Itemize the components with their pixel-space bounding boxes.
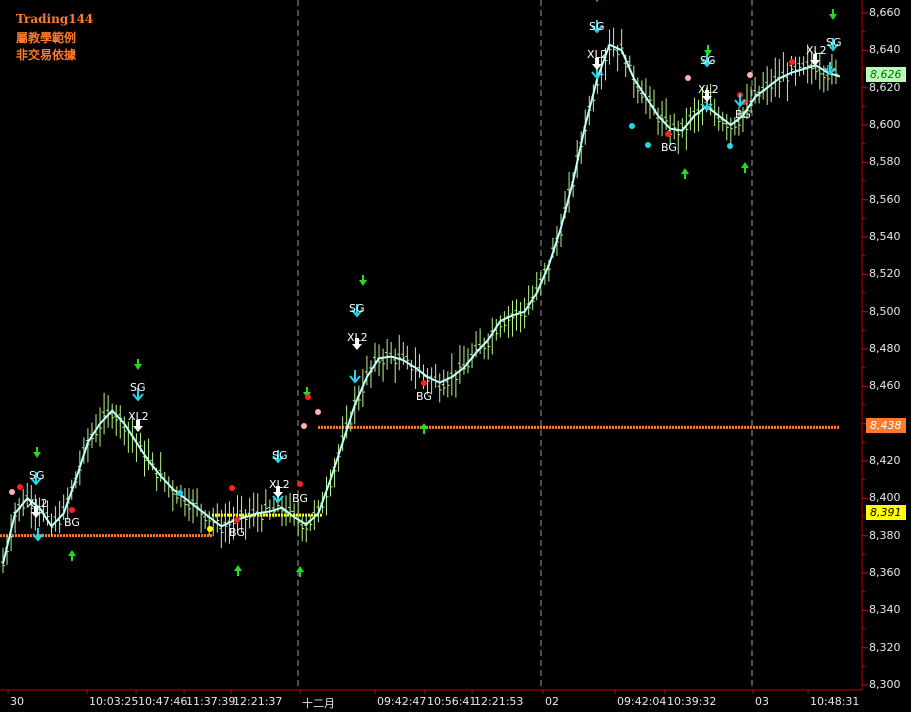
chart-area[interactable]: Trading144 屬教學範例 非交易依據 8,660 8,640 8,620 8,… <box>0 0 911 712</box>
green-up-arrow <box>234 565 242 576</box>
price-label: 8,600 <box>869 118 901 131</box>
price-label: 8,360 <box>869 566 901 579</box>
cyan-dot <box>177 490 183 496</box>
pink-dot <box>315 409 321 415</box>
price-label: 8,520 <box>869 267 901 281</box>
red-marker <box>297 481 303 487</box>
time-label: 10:47:46 <box>138 695 188 708</box>
time-label: 11:37:39 <box>186 695 236 708</box>
green-up-arrow <box>681 168 689 179</box>
time-label: 09:42:04 <box>617 695 667 708</box>
signal-label-xl2: XL2 <box>698 83 719 96</box>
green-up-arrow <box>68 550 76 561</box>
signal-label-xl2: XL2 <box>347 331 368 344</box>
cyan-dot <box>727 143 733 149</box>
price-label: 8,620 <box>869 80 901 94</box>
time-label: 12:21:37 <box>233 695 283 708</box>
signal-label-bg: BG <box>735 108 751 121</box>
green-down-arrow <box>33 447 41 458</box>
price-label: 8,320 <box>869 640 901 654</box>
cyan-dot <box>629 123 635 129</box>
red-marker <box>305 394 311 400</box>
price-label: 8,460 <box>869 379 901 393</box>
cyan-signal-arrow <box>32 528 44 542</box>
time-label: 10:39:32 <box>667 695 717 708</box>
pink-dot <box>301 423 307 429</box>
last-price-badge: 8,626 <box>866 67 906 82</box>
signal-label-xl2: XL2 <box>806 44 827 57</box>
price-label: 8,500 <box>869 304 901 318</box>
signal-label-bg: BG <box>229 526 245 539</box>
signal-label-bg: BG <box>416 390 432 403</box>
time-label: 09:42:47 <box>377 695 427 708</box>
time-label: 10:48:31 <box>810 695 860 708</box>
cyan-signal-arrow <box>349 370 361 384</box>
price-label: 8,380 <box>869 528 901 542</box>
time-label: 03 <box>755 695 769 708</box>
time-label: 12:21:53 <box>474 695 524 708</box>
green-down-arrow <box>359 275 367 286</box>
signal-label-sg: SG <box>826 36 842 49</box>
time-label: 10:03:25 <box>89 695 139 708</box>
green-down-arrow <box>134 359 142 370</box>
price-chart[interactable] <box>0 0 911 712</box>
pink-dot <box>747 72 753 78</box>
red-marker <box>229 485 235 491</box>
red-marker <box>17 484 23 490</box>
signal-label-sg: SG <box>349 302 365 315</box>
price-label: 8,640 <box>869 43 901 57</box>
cyan-dot <box>645 142 651 148</box>
signal-label-sg: SG <box>130 381 146 394</box>
signal-label-bg: BG <box>661 141 677 154</box>
price-label: 8,540 <box>869 230 901 243</box>
watermark-title: Trading144 <box>16 12 94 26</box>
signal-label-xl2: XL2 <box>128 410 149 423</box>
time-label: 30 <box>10 695 24 708</box>
signal-label-sg: SG <box>589 20 605 33</box>
pink-dot <box>685 75 691 81</box>
signal-label-xl2: XL2 <box>269 478 290 491</box>
watermark-line-3: 非交易依據 <box>16 48 77 62</box>
price-label: 8,660 <box>869 6 901 19</box>
signal-label-xl2: XL2 <box>587 48 608 61</box>
signal-label-sg: SG <box>700 54 716 67</box>
price-label: 8,340 <box>869 603 901 617</box>
yellow-dot <box>207 526 213 532</box>
orange-level-badge: 8,438 <box>866 418 906 433</box>
price-label: 8,420 <box>869 454 901 467</box>
green-up-arrow <box>296 566 304 577</box>
green-down-arrow <box>595 0 599 2</box>
signal-label-bg: BG <box>64 516 80 529</box>
green-up-arrow <box>420 423 428 434</box>
price-label: 8,560 <box>869 192 901 206</box>
time-label: 十二月 <box>302 697 335 710</box>
red-marker <box>665 131 671 137</box>
red-marker <box>789 59 795 65</box>
watermark-line-2: 屬教學範例 <box>16 31 77 45</box>
green-down-arrow <box>829 9 837 20</box>
yellow-level-badge: 8,391 <box>866 505 906 520</box>
signal-label-xl2: XL2 <box>27 497 48 510</box>
red-marker <box>69 507 75 513</box>
red-marker <box>234 517 240 523</box>
signal-label-bg: BG <box>292 492 308 505</box>
price-label: 8,300 <box>869 678 901 691</box>
signal-label-sg: SG <box>29 469 45 482</box>
time-label: 10:56:41 <box>427 695 477 708</box>
time-label: 02 <box>545 695 559 708</box>
price-label: 8,580 <box>869 155 901 169</box>
price-label: 8,400 <box>869 491 901 505</box>
pink-dot <box>9 489 15 495</box>
signal-label-sg: SG <box>272 449 288 462</box>
green-up-arrow <box>741 162 749 173</box>
red-marker <box>421 380 427 386</box>
price-label: 8,480 <box>869 342 901 355</box>
